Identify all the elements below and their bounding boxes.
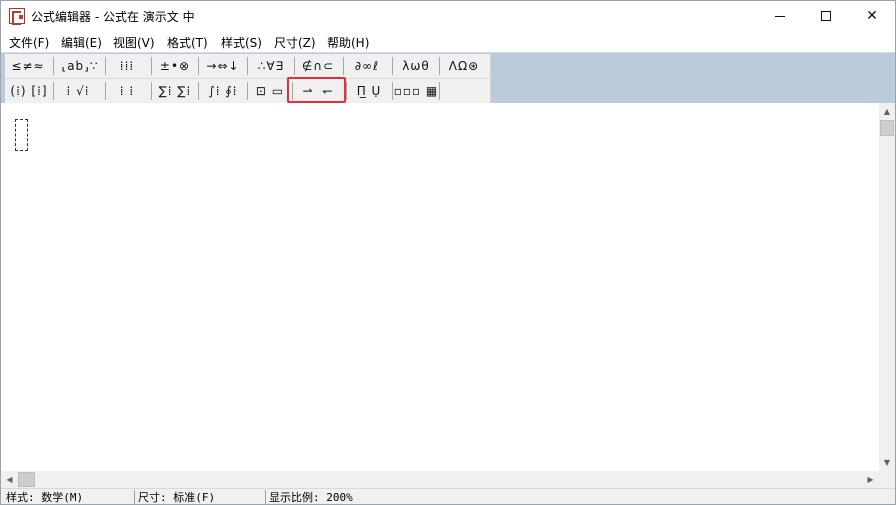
bar-templates-button[interactable]: ⊡ ▭: [250, 81, 290, 101]
scroll-right-arrow-icon[interactable]: ▶: [862, 471, 879, 488]
toolbar-separator: [151, 82, 152, 100]
embellishments-palette-button[interactable]: ⁞⁞⁞: [108, 56, 146, 76]
greek-upper-palette-button[interactable]: ΛΩ⊛: [442, 56, 486, 76]
toolbar-separator: [439, 57, 440, 75]
toolbar-separator: [247, 57, 248, 75]
template-palette-row: (⁞) [⁞] ⁞ √⁞ ⁞ ⁞ ∑⁞ ∑⁞ ∫⁞ ∮⁞ ⊡ ▭ ⇀ ↽ Π̲ …: [5, 78, 491, 102]
equation-toolbar: ≤≠≈ ⸤ab⸥∵ ⁞⁞⁞ ±•⊗ →⇔↓ ∴∀∃ ∉∩⊂ ∂∞ℓ λωθ ΛΩ…: [1, 52, 895, 103]
toolbar-separator: [151, 57, 152, 75]
status-bar: 样式: 数学(M) 尺寸: 标准(F) 显示比例: 200%: [1, 488, 895, 504]
horizontal-scroll-thumb[interactable]: [18, 472, 35, 487]
menu-file[interactable]: 文件(F): [9, 34, 49, 51]
toolbar-separator: [439, 82, 440, 100]
toolbar-separator: [53, 57, 54, 75]
summation-templates-button[interactable]: ∑⁞ ∑⁞: [154, 81, 196, 101]
spaces-palette-button[interactable]: ⸤ab⸥∵: [57, 56, 103, 76]
toolbar-separator: [247, 82, 248, 100]
misc-symbols-palette-button[interactable]: ∂∞ℓ: [346, 56, 388, 76]
sets-palette-button[interactable]: ∉∩⊂: [297, 56, 339, 76]
product-templates-button[interactable]: Π̲ Ụ: [349, 81, 389, 101]
menu-format[interactable]: 格式(T): [167, 34, 208, 51]
toolbar-separator: [392, 57, 393, 75]
status-style: 样式: 数学(M): [6, 491, 84, 504]
greek-lower-palette-button[interactable]: λωθ: [395, 56, 437, 76]
menu-edit[interactable]: 编辑(E): [61, 34, 102, 51]
scrollbar-corner: [879, 471, 895, 488]
title-bar: 公式编辑器 - 公式在 演示文 中 ✕: [1, 1, 895, 31]
app-icon: [9, 8, 25, 25]
logic-palette-button[interactable]: ∴∀∃: [250, 56, 292, 76]
menu-size[interactable]: 尺寸(Z): [274, 34, 316, 51]
fence-templates-button[interactable]: (⁞) [⁞]: [8, 81, 50, 101]
toolbar-separator: [53, 82, 54, 100]
fraction-radical-templates-button[interactable]: ⁞ √⁞: [57, 81, 99, 101]
operators-palette-button[interactable]: ±•⊗: [154, 56, 196, 76]
minimize-button[interactable]: [757, 1, 803, 31]
toolbar-separator: [346, 82, 347, 100]
menu-bar: 文件(F) 编辑(E) 视图(V) 格式(T) 样式(S) 尺寸(Z) 帮助(H…: [1, 31, 895, 51]
highlight-box: [287, 77, 346, 103]
matrix-templates-button[interactable]: ▫▫▫ ▦: [394, 81, 438, 101]
vertical-scrollbar[interactable]: ▲ ▼: [879, 103, 895, 471]
toolbar-separator: [105, 57, 106, 75]
maximize-icon: [821, 11, 831, 21]
close-icon: ✕: [866, 8, 878, 24]
status-zoom: 显示比例: 200%: [265, 490, 405, 504]
menu-style[interactable]: 样式(S): [221, 34, 262, 51]
equation-canvas[interactable]: [1, 103, 879, 471]
window-title: 公式编辑器 - 公式在 演示文 中: [31, 10, 195, 24]
toolbar-palette: ≤≠≈ ⸤ab⸥∵ ⁞⁞⁞ ±•⊗ →⇔↓ ∴∀∃ ∉∩⊂ ∂∞ℓ λωθ ΛΩ…: [5, 54, 491, 103]
script-templates-button[interactable]: ⁞ ⁞: [108, 81, 146, 101]
toolbar-separator: [198, 57, 199, 75]
toolbar-separator: [294, 57, 295, 75]
toolbar-separator: [105, 82, 106, 100]
toolbar-separator: [343, 57, 344, 75]
scroll-down-arrow-icon[interactable]: ▼: [879, 454, 895, 471]
relations-palette-button[interactable]: ≤≠≈: [8, 56, 48, 76]
arrows-palette-button[interactable]: →⇔↓: [201, 56, 245, 76]
close-button[interactable]: ✕: [849, 1, 895, 31]
equation-editor-window: 公式编辑器 - 公式在 演示文 中 ✕ 文件(F) 编辑(E) 视图(V) 格式…: [0, 0, 896, 505]
vertical-scroll-thumb[interactable]: [880, 120, 894, 136]
symbol-palette-row: ≤≠≈ ⸤ab⸥∵ ⁞⁞⁞ ±•⊗ →⇔↓ ∴∀∃ ∉∩⊂ ∂∞ℓ λωθ ΛΩ…: [5, 54, 491, 78]
input-slot-placeholder[interactable]: [15, 119, 28, 151]
status-size: 尺寸: 标准(F): [134, 490, 262, 504]
horizontal-scrollbar[interactable]: ◀ ▶: [1, 471, 879, 488]
toolbar-separator: [198, 82, 199, 100]
maximize-button[interactable]: [803, 1, 849, 31]
menu-help[interactable]: 帮助(H): [327, 34, 369, 51]
minimize-icon: [775, 15, 785, 17]
scroll-left-arrow-icon[interactable]: ◀: [1, 471, 18, 488]
menu-view[interactable]: 视图(V): [113, 34, 155, 51]
integral-templates-button[interactable]: ∫⁞ ∮⁞: [201, 81, 245, 101]
scroll-up-arrow-icon[interactable]: ▲: [879, 103, 895, 120]
